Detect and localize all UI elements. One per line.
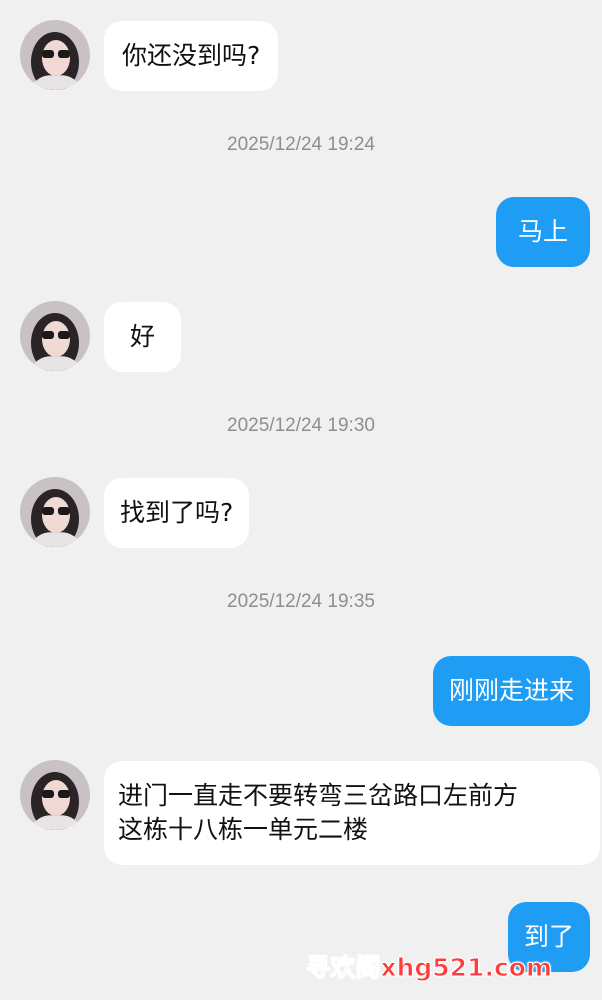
- contact-avatar-icon[interactable]: [20, 301, 90, 371]
- chat-thread: 你还没到吗? 2025/12/24 19:24 马上 好 2025/12/24 …: [0, 0, 602, 1000]
- contact-avatar-icon[interactable]: [20, 20, 90, 90]
- message-bubble-incoming[interactable]: 进门一直走不要转弯三岔路口左前方 这栋十八栋一单元二楼: [104, 761, 600, 865]
- message-text: 马上: [517, 217, 568, 246]
- message-bubble-incoming[interactable]: 找到了吗?: [104, 478, 250, 548]
- message-text-line: 这栋十八栋一单元二楼: [118, 815, 369, 844]
- message-bubble-incoming[interactable]: 好: [104, 302, 182, 372]
- message-text: 找到了吗?: [120, 498, 234, 527]
- message-text: 好: [130, 322, 156, 351]
- timestamp: 2025/12/24 19:24: [227, 134, 375, 155]
- message-bubble-outgoing[interactable]: 刚刚走进来: [432, 656, 590, 726]
- message-text: 刚刚走进来: [448, 676, 574, 705]
- message-bubble-outgoing[interactable]: 马上: [495, 197, 590, 267]
- message-text: 你还没到吗?: [122, 41, 261, 70]
- contact-avatar-icon[interactable]: [20, 477, 90, 547]
- contact-avatar-icon[interactable]: [20, 760, 90, 830]
- message-bubble-incoming[interactable]: 你还没到吗?: [104, 21, 279, 91]
- message-text-line: 进门一直走不要转弯三岔路口左前方: [118, 781, 519, 810]
- timestamp: 2025/12/24 19:30: [227, 415, 375, 436]
- timestamp: 2025/12/24 19:35: [227, 591, 375, 612]
- watermark-text: 寻欢阁xhg521.com: [305, 953, 553, 983]
